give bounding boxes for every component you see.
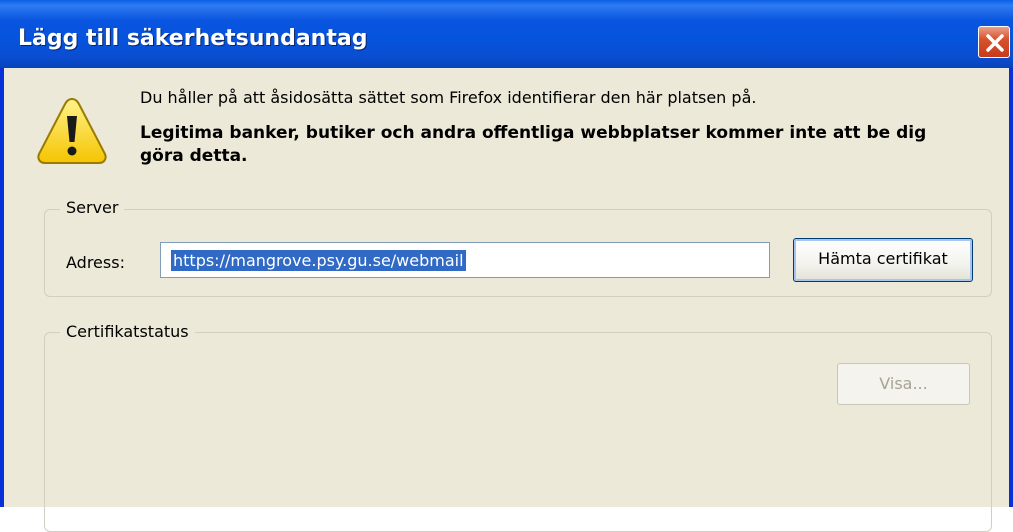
certificate-status-group bbox=[44, 332, 992, 532]
warning-emphasis: Legitima banker, butiker och andra offen… bbox=[140, 123, 927, 166]
title-bar[interactable]: Lägg till säkerhetsundantag bbox=[0, 0, 1013, 68]
view-button[interactable]: Visa... bbox=[837, 363, 970, 405]
server-legend: Server bbox=[60, 198, 125, 217]
close-button[interactable] bbox=[978, 26, 1010, 58]
warning-icon bbox=[37, 97, 107, 164]
warning-message: Du håller på att åsidosätta sättet som F… bbox=[140, 88, 757, 107]
address-label: Adress: bbox=[66, 253, 125, 272]
address-input[interactable]: https://mangrove.psy.gu.se/webmail bbox=[160, 242, 770, 278]
window-title: Lägg till säkerhetsundantag bbox=[18, 26, 368, 51]
address-value: https://mangrove.psy.gu.se/webmail bbox=[171, 250, 466, 271]
close-icon bbox=[986, 34, 1004, 52]
fetch-certificate-button[interactable]: Hämta certifikat bbox=[793, 238, 973, 282]
dialog-window: Lägg till säkerhetsundantag Du håller på… bbox=[0, 0, 1013, 532]
certificate-status-legend: Certifikatstatus bbox=[60, 322, 195, 341]
